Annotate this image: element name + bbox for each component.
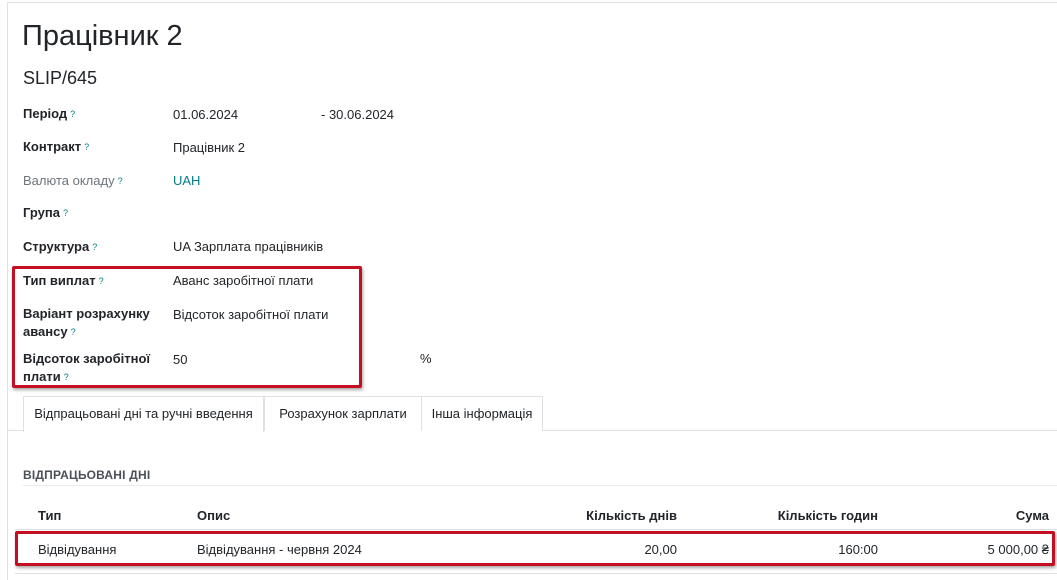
help-icon[interactable]: ?	[92, 242, 97, 252]
column-header-type[interactable]: Тип	[38, 508, 61, 523]
contract-field[interactable]: Працівник 2	[173, 139, 245, 157]
worked-days-title: ВІДПРАЦЬОВАНІ ДНІ	[23, 468, 151, 482]
tab-salary-computation[interactable]: Розрахунок зарплати	[264, 396, 422, 431]
column-header-hours[interactable]: Кількість годин	[778, 508, 878, 523]
page-title: Працівник 2	[22, 20, 183, 52]
help-icon[interactable]: ?	[118, 176, 123, 186]
highlight-worked-days-row	[15, 531, 1055, 566]
table-bottom-divider	[15, 573, 1057, 574]
notebook-tabs: Відпрацьовані дні та ручні введення Розр…	[7, 396, 1057, 432]
percent-unit: %	[420, 351, 432, 366]
tab-worked-days[interactable]: Відпрацьовані дні та ручні введення	[23, 396, 264, 432]
tab-other-info[interactable]: Інша інформація	[421, 396, 543, 431]
structure-label: Структура?	[23, 239, 98, 254]
group-field[interactable]	[173, 205, 373, 223]
period-to-field[interactable]: - 30.06.2024	[321, 106, 394, 124]
period-label: Період?	[23, 106, 76, 121]
column-header-days[interactable]: Кількість днів	[586, 508, 677, 523]
highlight-advance-fields	[12, 266, 362, 388]
salary-currency-field[interactable]: UAH	[173, 172, 200, 190]
help-icon[interactable]: ?	[70, 109, 75, 119]
table-header-divider	[15, 529, 1057, 530]
period-from-field[interactable]: 01.06.2024	[173, 106, 238, 124]
contract-label: Контракт?	[23, 139, 90, 154]
help-icon[interactable]: ?	[63, 208, 68, 218]
column-header-amount[interactable]: Сума	[1016, 508, 1049, 523]
salary-currency-label: Валюта окладу?	[23, 173, 123, 188]
group-label: Група?	[23, 205, 68, 220]
column-header-description[interactable]: Опис	[197, 508, 230, 523]
section-divider	[23, 485, 1057, 486]
structure-field[interactable]: UA Зарплата працівників	[173, 238, 323, 256]
help-icon[interactable]: ?	[84, 142, 89, 152]
payslip-reference: SLIP/645	[23, 68, 98, 88]
